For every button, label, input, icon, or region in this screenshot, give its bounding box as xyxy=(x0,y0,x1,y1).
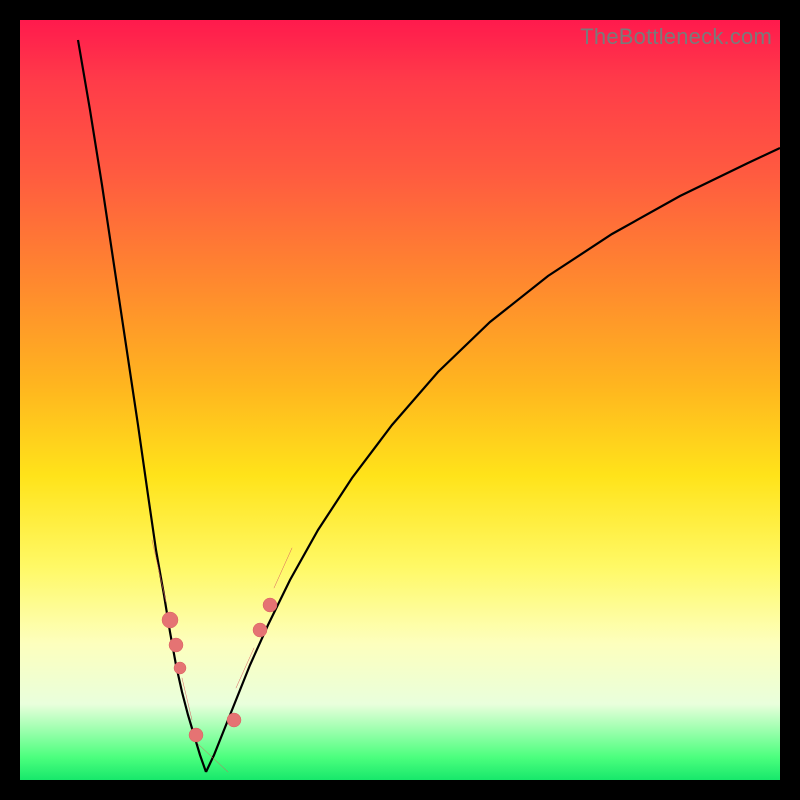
chart-frame: TheBottleneck.com xyxy=(20,20,780,780)
marker-pill xyxy=(236,648,254,688)
marker-dot xyxy=(253,623,267,637)
marker-pill xyxy=(198,744,228,772)
right-branch-line xyxy=(206,148,780,772)
marker-dot xyxy=(227,713,241,727)
marker-pill xyxy=(152,540,166,602)
marker-dot xyxy=(263,598,277,612)
chart-svg xyxy=(20,20,780,780)
marker-dot xyxy=(189,728,203,742)
left-branch-line xyxy=(78,40,206,772)
marker-dot xyxy=(174,662,186,674)
v-curve xyxy=(78,40,780,772)
marker-dot xyxy=(162,612,178,628)
watermark-text: TheBottleneck.com xyxy=(580,24,772,50)
marker-dot xyxy=(169,638,183,652)
